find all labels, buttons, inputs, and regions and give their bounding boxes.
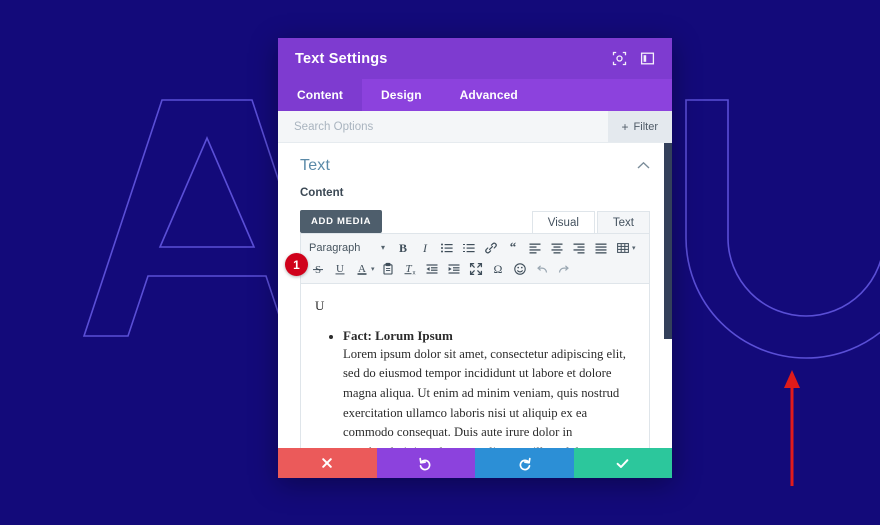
plus-icon: + — [621, 119, 629, 134]
panel-header: Text Settings — [278, 38, 672, 79]
fullscreen-icon[interactable] — [466, 259, 487, 279]
list-item-title: Fact: Lorum Ipsum — [343, 327, 453, 343]
editor-toolbar-row-1: Paragraph ▾ B I “ ▾ — [307, 237, 645, 258]
redo-arrow-icon — [519, 457, 531, 470]
background-letter-u — [685, 99, 880, 359]
section-header-text[interactable]: Text — [278, 143, 672, 179]
stray-character: U — [315, 298, 325, 313]
discard-button[interactable] — [278, 448, 377, 478]
annotation-arrow — [774, 368, 810, 486]
panel-tabs: Content Design Advanced — [278, 79, 672, 111]
svg-text:“: “ — [509, 241, 516, 254]
page-title: Text Settings — [295, 50, 388, 67]
svg-text:B: B — [398, 241, 406, 255]
text-color-icon[interactable]: A — [351, 259, 372, 279]
tab-content[interactable]: Content — [278, 79, 363, 111]
align-left-icon[interactable] — [524, 238, 545, 258]
special-character-icon[interactable]: Ω — [488, 259, 509, 279]
content-field-label: Content — [300, 187, 344, 199]
step-badge-1: 1 — [285, 253, 308, 276]
arrow-up-icon — [784, 370, 800, 486]
filter-button[interactable]: + Filter — [607, 111, 672, 142]
svg-text:U: U — [336, 263, 344, 275]
italic-icon[interactable]: I — [414, 238, 435, 258]
search-input[interactable] — [292, 119, 608, 134]
tab-advanced[interactable]: Advanced — [441, 79, 537, 111]
save-button[interactable] — [573, 448, 672, 478]
bold-icon[interactable]: B — [392, 238, 413, 258]
svg-text:I: I — [422, 241, 428, 255]
link-icon[interactable] — [480, 238, 501, 258]
panel-footer — [278, 448, 672, 478]
section-title: Text — [300, 157, 331, 174]
table-chevron-down-icon[interactable]: ▾ — [632, 244, 636, 252]
table-icon[interactable] — [612, 238, 633, 258]
panel-scrollbar[interactable] — [664, 143, 672, 448]
content-editor: ADD MEDIA Visual Text Paragraph ▾ B I “ … — [300, 207, 650, 448]
editor-mode-tabs: Visual Text — [531, 211, 650, 233]
panel-body: Text Content ADD MEDIA Visual Text Parag… — [278, 143, 672, 448]
outdent-icon[interactable] — [422, 259, 443, 279]
text-settings-panel: Text Settings Content Design Advanced Se… — [278, 38, 672, 478]
align-center-icon[interactable] — [546, 238, 567, 258]
svg-text:x: x — [413, 270, 416, 276]
tab-design[interactable]: Design — [362, 79, 441, 111]
paragraph-format-select[interactable]: Paragraph ▾ — [307, 242, 391, 254]
blockquote-icon[interactable]: “ — [502, 238, 523, 258]
layout-toggle-icon[interactable] — [639, 51, 655, 67]
editor-content-area[interactable]: U Fact: Lorum Ipsum Lorem ipsum dolor si… — [300, 284, 650, 448]
svg-text:Ω: Ω — [494, 262, 503, 276]
preview-icon[interactable] — [611, 51, 627, 67]
text-color-chevron-down-icon[interactable]: ▾ — [371, 265, 375, 273]
numbered-list-icon[interactable] — [458, 238, 479, 258]
strikethrough-icon[interactable]: S — [307, 259, 328, 279]
editor-topbar: ADD MEDIA Visual Text — [300, 207, 650, 233]
add-media-button[interactable]: ADD MEDIA — [300, 210, 383, 233]
align-justify-icon[interactable] — [590, 238, 611, 258]
align-right-icon[interactable] — [568, 238, 589, 258]
undo-button[interactable] — [376, 448, 475, 478]
emoji-icon[interactable] — [510, 259, 531, 279]
redo-button[interactable] — [475, 448, 574, 478]
close-icon — [322, 458, 333, 468]
undo-icon[interactable] — [532, 259, 553, 279]
chevron-up-icon[interactable] — [637, 158, 650, 173]
clear-formatting-icon[interactable]: T x — [400, 259, 421, 279]
bulleted-list-icon[interactable] — [436, 238, 457, 258]
paste-as-text-icon[interactable] — [378, 259, 399, 279]
paragraph-format-value: Paragraph — [309, 241, 361, 254]
chevron-down-icon: ▾ — [380, 243, 385, 252]
panel-scrollbar-thumb[interactable] — [664, 143, 672, 339]
search-bar: + Filter — [278, 111, 672, 143]
content-bullet-list: Fact: Lorum Ipsum Lorem ipsum dolor sit … — [315, 328, 635, 448]
filter-label: Filter — [633, 120, 658, 133]
list-item-body: Lorem ipsum dolor sit amet, consectetur … — [343, 346, 626, 448]
editor-toolbar-row-2: S U A — [307, 258, 645, 279]
indent-icon[interactable] — [444, 259, 465, 279]
redo-icon[interactable] — [554, 259, 575, 279]
tab-text-editor[interactable]: Text — [596, 211, 650, 233]
tab-visual-editor[interactable]: Visual — [531, 211, 595, 233]
header-icon-group — [611, 51, 655, 67]
list-item: Fact: Lorum Ipsum Lorem ipsum dolor sit … — [343, 328, 635, 448]
check-icon — [616, 458, 629, 468]
undo-arrow-icon — [419, 457, 431, 470]
underline-icon[interactable]: U — [329, 259, 350, 279]
editor-toolbar: Paragraph ▾ B I “ ▾ U A ▾ T x Ω — [300, 233, 650, 284]
